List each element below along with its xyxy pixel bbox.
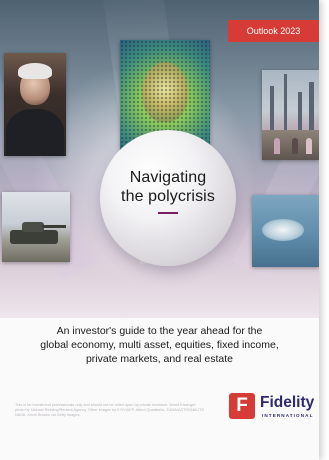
subtitle-line2: global economy, multi asset, equities, f… bbox=[40, 339, 279, 351]
algae-bloom-satellite-photo bbox=[252, 195, 319, 267]
fidelity-f-logo-icon: F bbox=[229, 393, 255, 419]
portrait-photo bbox=[4, 53, 66, 156]
cover-title-line1: Navigating bbox=[129, 169, 207, 186]
city-street-photo bbox=[262, 70, 319, 160]
cover-subtitle: An investor's guide to the year ahead fo… bbox=[16, 324, 303, 366]
cover-title: Navigating the polycrisis bbox=[100, 168, 236, 206]
outlook-year-badge: Outlook 2023 bbox=[228, 20, 319, 42]
subtitle-line3: private markets, and real estate bbox=[85, 353, 234, 365]
brand-name: Fidelity bbox=[260, 394, 315, 411]
brand-tagline: INTERNATIONAL bbox=[262, 413, 314, 418]
tank-photo bbox=[2, 192, 70, 262]
subtitle-line1: An investor's guide to the year ahead fo… bbox=[56, 325, 263, 337]
cover-title-line2: the polycrisis bbox=[121, 188, 215, 205]
fidelity-logo: F Fidelity INTERNATIONAL bbox=[229, 393, 315, 425]
disclaimer-text: This is for investment professionals onl… bbox=[15, 403, 204, 417]
title-underline-rule bbox=[158, 212, 178, 214]
cover-artwork: Navigating the polycrisis bbox=[0, 0, 319, 318]
report-cover: Navigating the polycrisis Outlook 2023 A… bbox=[0, 0, 319, 460]
